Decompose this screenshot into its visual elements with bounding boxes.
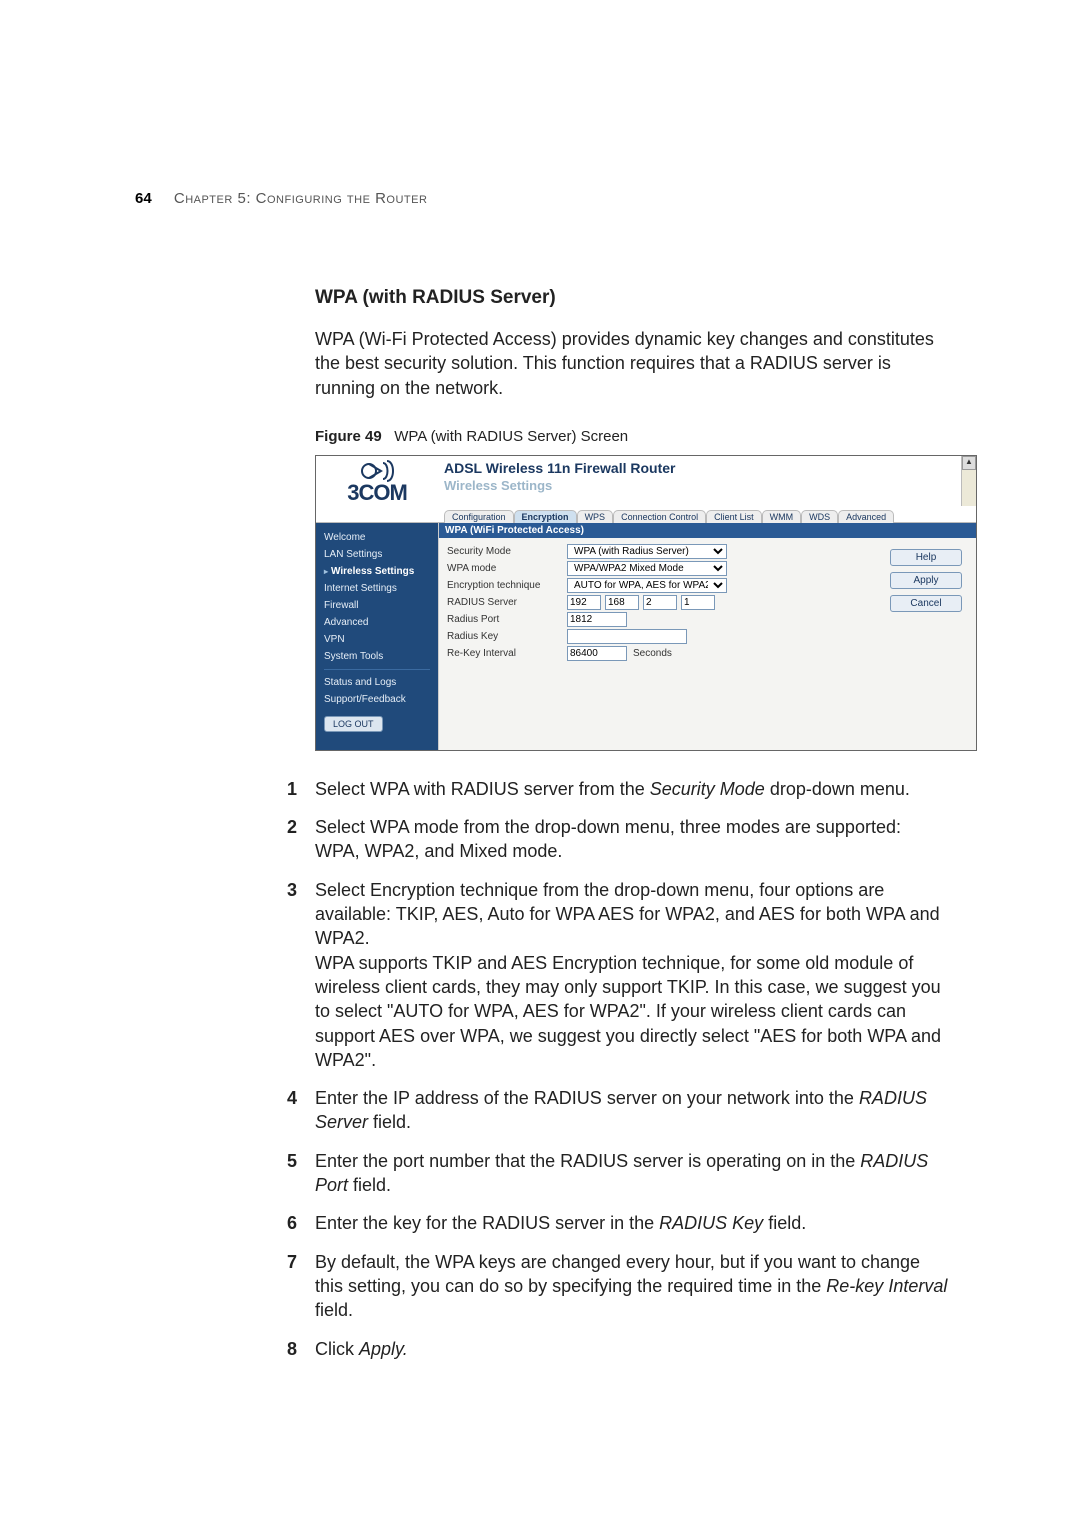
- select-enc-tech[interactable]: AUTO for WPA, AES for WPA2: [567, 578, 727, 593]
- sidebar-item-lan[interactable]: LAN Settings: [316, 546, 438, 563]
- tab-wds[interactable]: WDS: [801, 510, 838, 523]
- tab-configuration[interactable]: Configuration: [444, 510, 514, 523]
- input-radius-port[interactable]: [567, 612, 627, 627]
- tab-wps[interactable]: WPS: [577, 510, 614, 523]
- steps-list: Select WPA with RADIUS server from the S…: [315, 777, 950, 1361]
- figure-label: Figure 49: [315, 428, 382, 445]
- apply-button[interactable]: Apply: [890, 572, 962, 589]
- term-radius-key: RADIUS Key: [659, 1213, 763, 1233]
- figure-screenshot: 3COM ADSL Wireless 11n Firewall Router W…: [315, 455, 977, 751]
- step-5: Enter the port number that the RADIUS se…: [315, 1149, 950, 1198]
- tab-advanced[interactable]: Advanced: [838, 510, 894, 523]
- content-column: WPA (with RADIUS Server) WPA (Wi-Fi Prot…: [315, 287, 950, 1361]
- term-apply: Apply.: [359, 1339, 408, 1359]
- chapter-title: Chapter 5: Configuring the Router: [174, 190, 428, 207]
- term-rekey-interval: Re-key Interval: [826, 1276, 947, 1296]
- tab-bar: Configuration Encryption WPS Connection …: [444, 506, 976, 522]
- running-head: 64 Chapter 5: Configuring the Router: [135, 190, 950, 207]
- rekey-unit: Seconds: [633, 648, 672, 659]
- sidebar-item-advanced[interactable]: Advanced: [316, 614, 438, 631]
- sidebar-item-internet[interactable]: Internet Settings: [316, 580, 438, 597]
- radius-ip-1[interactable]: [567, 595, 601, 610]
- title-column: ADSL Wireless 11n Firewall Router Wirele…: [438, 456, 961, 506]
- brand-logo-icon: [357, 460, 397, 482]
- cancel-button[interactable]: Cancel: [890, 595, 962, 612]
- product-title: ADSL Wireless 11n Firewall Router: [444, 460, 961, 476]
- ss-body: Welcome LAN Settings Wireless Settings I…: [316, 522, 976, 750]
- figure-caption-text: WPA (with RADIUS Server) Screen: [394, 428, 628, 445]
- label-enc-tech: Encryption technique: [447, 580, 567, 591]
- step-6: Enter the key for the RADIUS server in t…: [315, 1211, 950, 1235]
- brand-name: 3COM: [347, 480, 407, 506]
- section-heading: WPA (with RADIUS Server): [315, 287, 950, 309]
- radius-ip-4[interactable]: [681, 595, 715, 610]
- page-root: 64 Chapter 5: Configuring the Router WPA…: [0, 0, 1080, 1475]
- brand-column: 3COM: [316, 456, 438, 506]
- label-wpa-mode: WPA mode: [447, 563, 567, 574]
- row-radius-port: Radius Port: [447, 612, 968, 627]
- row-radius-key: Radius Key: [447, 629, 968, 644]
- label-rekey: Re-Key Interval: [447, 648, 567, 659]
- sidebar-item-welcome[interactable]: Welcome: [316, 529, 438, 546]
- panel-title: WPA (WiFi Protected Access): [439, 523, 976, 538]
- tab-encryption[interactable]: Encryption: [514, 510, 577, 523]
- help-button[interactable]: Help: [890, 549, 962, 566]
- sidebar-item-system-tools[interactable]: System Tools: [316, 648, 438, 665]
- sidebar-item-support[interactable]: Support/Feedback: [316, 691, 438, 708]
- row-rekey: Re-Key Interval Seconds: [447, 646, 968, 661]
- radius-ip-2[interactable]: [605, 595, 639, 610]
- select-security-mode[interactable]: WPA (with Radius Server): [567, 544, 727, 559]
- wireless-settings-title: Wireless Settings: [444, 478, 961, 493]
- tab-client-list[interactable]: Client List: [706, 510, 762, 523]
- step-1: Select WPA with RADIUS server from the S…: [315, 777, 950, 801]
- label-security-mode: Security Mode: [447, 546, 567, 557]
- sidebar-item-vpn[interactable]: VPN: [316, 631, 438, 648]
- step-7: By default, the WPA keys are changed eve…: [315, 1250, 950, 1323]
- sidebar-item-firewall[interactable]: Firewall: [316, 597, 438, 614]
- tab-connection-control[interactable]: Connection Control: [613, 510, 706, 523]
- sidebar: Welcome LAN Settings Wireless Settings I…: [316, 523, 438, 750]
- button-column: Help Apply Cancel: [890, 549, 962, 612]
- scrollbar[interactable]: ▲: [961, 456, 976, 506]
- step-4: Enter the IP address of the RADIUS serve…: [315, 1086, 950, 1135]
- scroll-up-icon[interactable]: ▲: [962, 456, 976, 470]
- main-panel: WPA (WiFi Protected Access) Security Mod…: [438, 523, 976, 750]
- label-radius-port: Radius Port: [447, 614, 567, 625]
- ss-header: 3COM ADSL Wireless 11n Firewall Router W…: [316, 456, 976, 506]
- sidebar-separator: [324, 669, 430, 670]
- input-radius-key[interactable]: [567, 629, 687, 644]
- select-wpa-mode[interactable]: WPA/WPA2 Mixed Mode: [567, 561, 727, 576]
- tab-wmm[interactable]: WMM: [762, 510, 802, 523]
- input-rekey[interactable]: [567, 646, 627, 661]
- label-radius-key: Radius Key: [447, 631, 567, 642]
- intro-paragraph: WPA (Wi-Fi Protected Access) provides dy…: [315, 327, 950, 400]
- figure-caption: Figure 49 WPA (with RADIUS Server) Scree…: [315, 428, 950, 445]
- sidebar-item-status[interactable]: Status and Logs: [316, 674, 438, 691]
- label-radius-server: RADIUS Server: [447, 597, 567, 608]
- step-2: Select WPA mode from the drop-down menu,…: [315, 815, 950, 864]
- step-8: Click Apply.: [315, 1337, 950, 1361]
- sidebar-item-wireless[interactable]: Wireless Settings: [316, 563, 438, 580]
- radius-ip-3[interactable]: [643, 595, 677, 610]
- logout-button[interactable]: LOG OUT: [324, 716, 383, 732]
- term-security-mode: Security Mode: [650, 779, 765, 799]
- step-3: Select Encryption technique from the dro…: [315, 878, 950, 1072]
- page-number: 64: [135, 190, 152, 207]
